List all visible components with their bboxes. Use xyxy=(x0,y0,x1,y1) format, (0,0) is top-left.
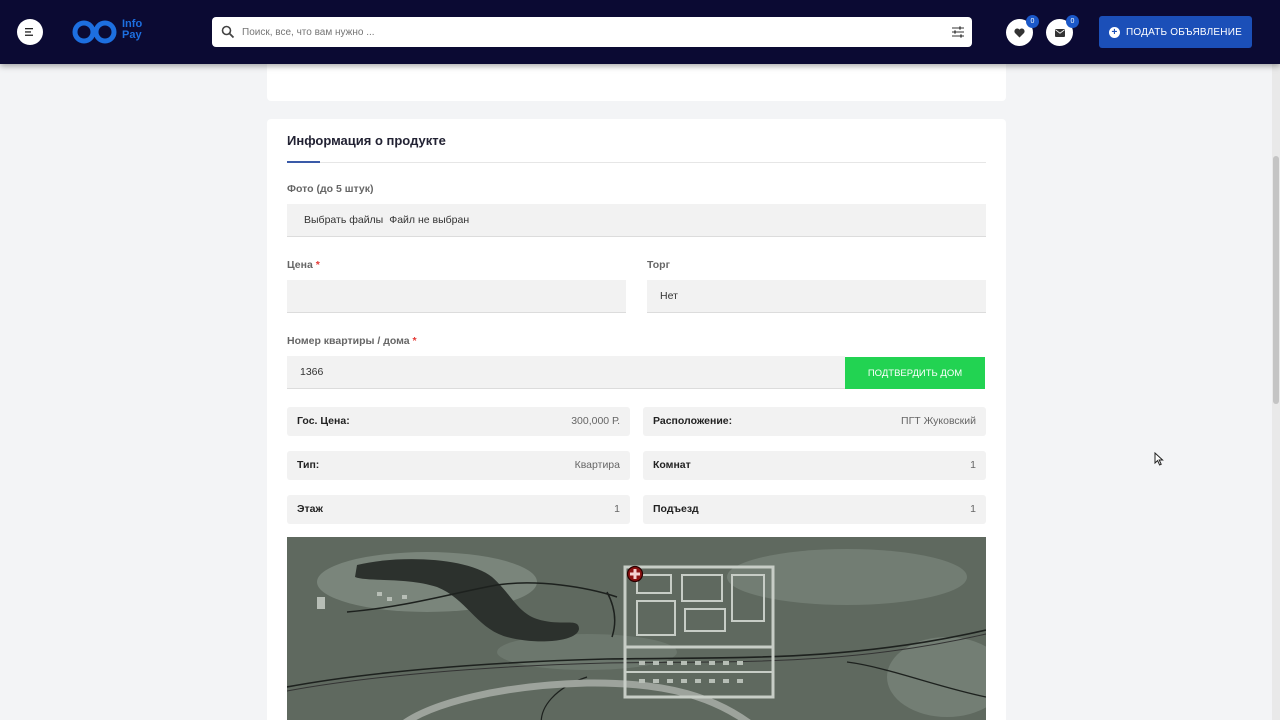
location-map[interactable] xyxy=(287,537,986,720)
detail-row: Тип: Квартира xyxy=(287,451,630,480)
price-label: Цена * xyxy=(287,259,320,271)
menu-icon xyxy=(25,28,33,36)
house-label-text: Номер квартиры / дома xyxy=(287,335,410,347)
detail-key: Комнат xyxy=(653,459,691,471)
required-mark: * xyxy=(315,259,320,271)
bargain-select[interactable]: Нет xyxy=(647,280,986,313)
messages-button[interactable]: 0 xyxy=(1046,15,1079,46)
logo-text-line2: Pay xyxy=(122,29,142,41)
detail-row: Гос. Цена: 300,000 Р. xyxy=(287,407,630,436)
detail-row: Расположение: ПГТ Жуковский xyxy=(643,407,986,436)
logo-text: Info Pay xyxy=(122,19,142,41)
detail-value: 1 xyxy=(614,503,620,515)
confirm-house-button[interactable]: ПОДТВЕРДИТЬ ДОМ xyxy=(845,357,985,389)
scrollbar-thumb[interactable] xyxy=(1273,156,1279,404)
house-number-value: 1366 xyxy=(300,366,324,378)
map-marker-icon xyxy=(626,565,644,583)
detail-key: Расположение: xyxy=(653,415,733,427)
envelope-icon xyxy=(1054,28,1065,37)
price-label-text: Цена xyxy=(287,259,313,271)
filter-icon[interactable] xyxy=(951,25,965,39)
required-mark: * xyxy=(412,335,417,347)
detail-key: Тип: xyxy=(297,459,320,471)
detail-value: 1 xyxy=(970,503,976,515)
top-navbar: Info Pay 0 0 + ПОДАТЬ ОБ xyxy=(0,0,1280,64)
plus-circle-icon: + xyxy=(1109,26,1121,38)
search-bar xyxy=(212,17,972,47)
detail-value: ПГТ Жуковский xyxy=(901,415,976,427)
bargain-value: Нет xyxy=(660,290,678,302)
house-number-input[interactable]: 1366 xyxy=(287,356,845,389)
menu-button[interactable] xyxy=(17,19,43,45)
detail-key: Подъезд xyxy=(653,503,699,515)
cursor-icon xyxy=(1154,452,1164,466)
photo-file-field[interactable]: Выбрать файлы Файл не выбран xyxy=(287,204,986,237)
favorites-button[interactable]: 0 xyxy=(1006,15,1039,46)
bargain-label: Торг xyxy=(647,259,670,271)
heart-icon xyxy=(1014,27,1025,37)
photo-label: Фото (до 5 штук) xyxy=(287,183,374,195)
detail-key: Этаж xyxy=(297,503,323,515)
post-ad-label: ПОДАТЬ ОБЪЯВЛЕНИЕ xyxy=(1126,26,1242,38)
detail-value: Квартира xyxy=(574,459,620,471)
product-info-card: Информация о продукте Фото (до 5 штук) В… xyxy=(267,119,1006,720)
title-divider xyxy=(287,162,986,163)
previous-card xyxy=(267,64,1006,101)
detail-row: Этаж 1 xyxy=(287,495,630,524)
detail-key: Гос. Цена: xyxy=(297,415,350,427)
logo-icon xyxy=(72,20,117,44)
messages-badge: 0 xyxy=(1066,15,1079,28)
search-input[interactable] xyxy=(242,17,942,47)
favorites-badge: 0 xyxy=(1026,15,1039,28)
choose-files-button[interactable]: Выбрать файлы xyxy=(304,214,383,226)
logo[interactable]: Info Pay xyxy=(72,16,162,48)
detail-row: Подъезд 1 xyxy=(643,495,986,524)
section-title: Информация о продукте xyxy=(287,133,446,148)
detail-value: 1 xyxy=(970,459,976,471)
file-status: Файл не выбран xyxy=(389,214,470,226)
price-input[interactable] xyxy=(287,280,626,313)
post-ad-button[interactable]: + ПОДАТЬ ОБЪЯВЛЕНИЕ xyxy=(1099,16,1252,48)
search-icon xyxy=(221,25,235,39)
house-label: Номер квартиры / дома * xyxy=(287,335,417,347)
detail-value: 300,000 Р. xyxy=(571,415,620,427)
title-accent xyxy=(287,161,320,163)
detail-row: Комнат 1 xyxy=(643,451,986,480)
